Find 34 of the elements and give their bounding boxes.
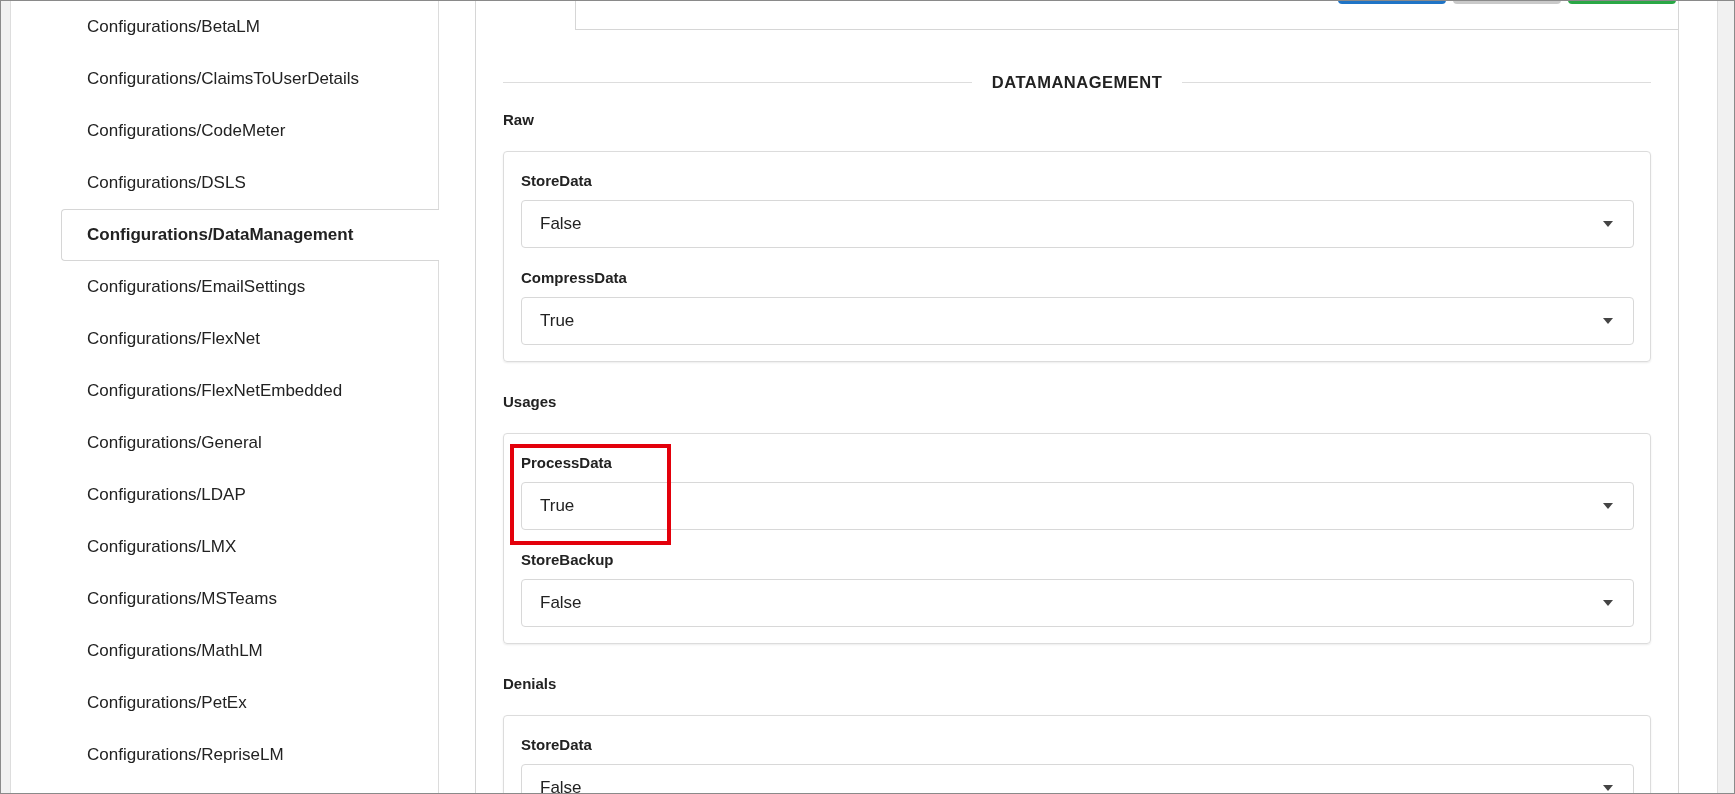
sidebar-item[interactable]: Configurations/LMX xyxy=(61,521,438,573)
sidebar-item[interactable]: Configurations/EmailSettings xyxy=(61,261,438,313)
group-title: Usages xyxy=(503,392,558,412)
caret-icon xyxy=(1603,503,1613,509)
dropdown-field[interactable]: False xyxy=(521,764,1634,793)
field-label: StoreData xyxy=(521,735,593,755)
sidebar-item[interactable]: Configurations/LDAP xyxy=(61,469,438,521)
sidebar-item[interactable]: Configurations/MathLM xyxy=(61,625,438,677)
sidebar-item[interactable]: Configurations/CodeMeter xyxy=(61,105,438,157)
dropdown-field[interactable]: False xyxy=(521,200,1634,248)
sidebar-item[interactable]: Configurations/FlexNet xyxy=(61,313,438,365)
group-title: Denials xyxy=(503,674,558,694)
caret-icon xyxy=(1603,600,1613,606)
caret-icon xyxy=(1603,221,1613,227)
field-label: StoreBackup xyxy=(521,550,615,570)
field-label: ProcessData xyxy=(521,453,613,473)
caret-icon xyxy=(1603,318,1613,324)
section-heading: DATAMANAGEMENT xyxy=(991,72,1163,92)
field-label: CompressData xyxy=(521,268,628,288)
field-label: StoreData xyxy=(521,171,593,191)
sidebar-item[interactable]: Configurations/RepriseLM xyxy=(61,729,438,781)
sidebar-item[interactable]: Configurations/FlexNetEmbedded xyxy=(61,365,438,417)
sidebar-item[interactable]: Configurations/PetEx xyxy=(61,677,438,729)
sidebar-item[interactable]: Configurations/DataManagement xyxy=(61,209,439,261)
caret-icon xyxy=(1603,785,1613,791)
sidebar-item[interactable]: Configurations/DSLS xyxy=(61,157,438,209)
dropdown-field[interactable]: True xyxy=(521,482,1634,530)
group-title: Raw xyxy=(503,110,535,130)
dropdown-field[interactable]: True xyxy=(521,297,1634,345)
dropdown-field[interactable]: False xyxy=(521,579,1634,627)
sidebar-item[interactable]: Configurations/General xyxy=(61,417,438,469)
sidebar-item[interactable]: Configurations/MSTeams xyxy=(61,573,438,625)
sidebar-item[interactable]: Configurations/BetaLM xyxy=(61,1,438,53)
sidebar-item[interactable]: Configurations/ClaimsToUserDetails xyxy=(61,53,438,105)
